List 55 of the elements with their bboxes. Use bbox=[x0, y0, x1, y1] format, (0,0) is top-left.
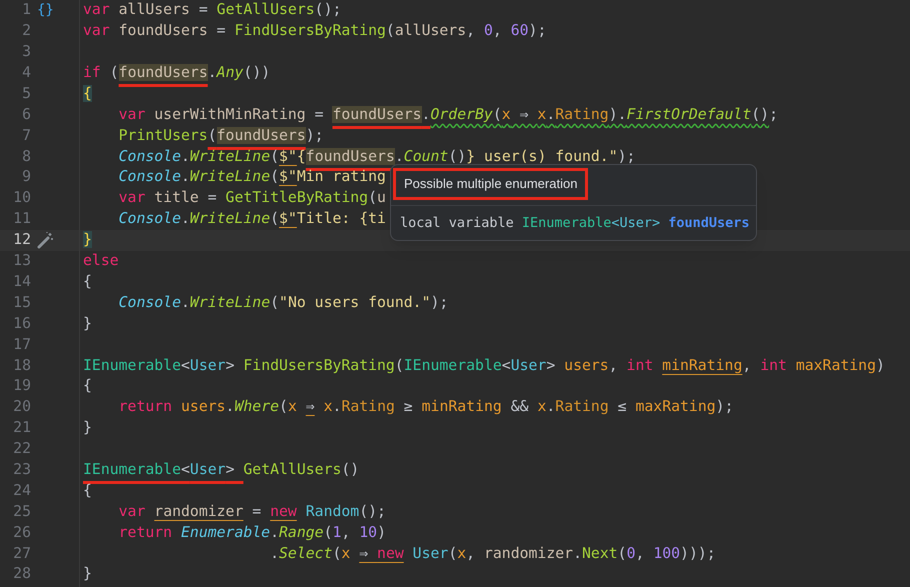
line-number: 5 bbox=[21, 84, 31, 104]
code-line: if (foundUsers.Any()) bbox=[83, 63, 270, 84]
line-number: 12 bbox=[12, 230, 31, 250]
code-line: } bbox=[83, 314, 92, 334]
code-line: else bbox=[83, 251, 119, 272]
line-number: 22 bbox=[12, 439, 31, 460]
line-number: 26 bbox=[12, 522, 31, 543]
code-line: var allUsers = GetAllUsers(); bbox=[83, 0, 342, 20]
line-number: 15 bbox=[12, 292, 31, 313]
line-number: 4 bbox=[21, 63, 31, 84]
line-number: 25 bbox=[12, 502, 31, 522]
line-number: 2 bbox=[21, 21, 31, 42]
wand-icon[interactable] bbox=[37, 231, 55, 250]
code-line: var userWithMinRating = foundUsers.OrderBy(x ⇒ x.Rating).FirstOrDefault(); bbox=[118, 104, 778, 125]
code-line: var foundUsers = FindUsersByRating(allUsers, 0, 60); bbox=[83, 21, 546, 42]
code-line: return Enumerable.Range(1, 10) bbox=[118, 522, 386, 543]
line-number: 6 bbox=[21, 104, 31, 125]
line-number: 20 bbox=[12, 397, 31, 418]
code-line: IEnumerable<User> GetAllUsers() bbox=[83, 460, 360, 480]
line-number: 9 bbox=[21, 167, 31, 188]
line-number: 3 bbox=[21, 42, 31, 62]
code-line: Console.WriteLine($"{foundUsers.Count()} user(s) found."); bbox=[118, 146, 636, 167]
line-number: 8 bbox=[21, 146, 31, 167]
line-number: 13 bbox=[12, 251, 31, 272]
code-line: Console.WriteLine($"Title: {ti bbox=[118, 209, 386, 230]
code-line: .Select(x ⇒ new User(x, randomizer.Next(0, 100))); bbox=[269, 544, 716, 564]
code-line: return users.Where(x ⇒ x.Rating ≥ minRating && x.Rating ≤ maxRating); bbox=[118, 397, 734, 418]
line-number: 23 bbox=[12, 460, 31, 480]
variable-description: local variable IEnumerable<User> foundUsers bbox=[400, 214, 750, 232]
line-number: 21 bbox=[12, 418, 31, 438]
line-number: 17 bbox=[12, 334, 31, 355]
line-number: 7 bbox=[21, 126, 31, 146]
line-number: 27 bbox=[12, 544, 31, 564]
line-number: 16 bbox=[12, 314, 31, 334]
code-line: IEnumerable<User> FindUsersByRating(IEnumerable<User> users, int minRating, int maxRating) bbox=[83, 356, 885, 376]
code-line: } bbox=[83, 564, 92, 584]
code-line: Console.WriteLine($"Min rating bbox=[118, 167, 386, 188]
code-line: { bbox=[83, 272, 92, 292]
code-line: PrintUsers(foundUsers); bbox=[118, 126, 324, 146]
code-line: } bbox=[83, 418, 92, 438]
braces-marker[interactable]: {} bbox=[37, 0, 54, 21]
line-number: 11 bbox=[12, 209, 31, 230]
tooltip-title: Possible multiple enumeration bbox=[393, 168, 588, 200]
line-number: 24 bbox=[12, 480, 31, 501]
line-number: 1 bbox=[21, 0, 31, 20]
line-number: 18 bbox=[12, 356, 31, 376]
line-number: 28 bbox=[12, 564, 31, 584]
line-number: 10 bbox=[12, 188, 31, 208]
line-number: 14 bbox=[12, 272, 31, 292]
line-number: 19 bbox=[12, 376, 31, 396]
code-line: { bbox=[83, 376, 92, 396]
code-line: Console.WriteLine("No users found."); bbox=[118, 292, 448, 313]
code-line: var randomizer = new Random(); bbox=[118, 502, 386, 522]
code-line: var title = GetTitleByRating(u bbox=[118, 188, 386, 208]
code-line: { bbox=[83, 480, 92, 501]
